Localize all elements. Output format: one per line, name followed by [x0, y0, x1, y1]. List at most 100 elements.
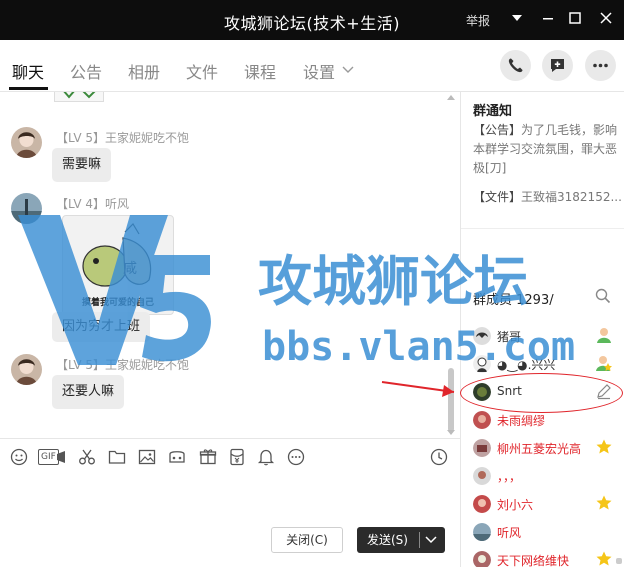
close-window-button[interactable]	[594, 8, 618, 32]
more-options-icon[interactable]	[287, 448, 305, 466]
member-avatar	[473, 495, 491, 513]
star-badge-icon	[596, 551, 612, 566]
sender-level: 【LV 4】	[56, 197, 106, 211]
member-row[interactable]: 猪哥	[461, 322, 624, 350]
window-title: 攻城狮论坛(技术+生活)	[224, 14, 400, 33]
search-icon[interactable]	[595, 288, 611, 304]
more-dots-icon	[593, 63, 608, 68]
announcement-preview[interactable]: 【公告】为了几毛钱，影响本群学习交流氛围，罪大恶极[刀]	[473, 121, 621, 178]
tab-files[interactable]: 文件	[186, 59, 218, 83]
member-row[interactable]: 听风	[461, 518, 624, 546]
file-notice-preview[interactable]: 【文件】王致福3182152...	[473, 188, 623, 205]
previous-message-image	[54, 92, 104, 102]
phone-icon	[508, 58, 523, 73]
add-app-button[interactable]	[542, 50, 573, 81]
message-bubble: 需要嘛	[52, 148, 112, 182]
more-button[interactable]	[585, 50, 616, 81]
message-bubble: 因为穷才上班	[52, 312, 151, 342]
sender-name: 王家妮妮吃不饱	[105, 358, 190, 372]
avatar[interactable]	[11, 354, 42, 385]
tab-chat[interactable]: 聊天	[12, 59, 44, 83]
avatar[interactable]	[11, 193, 42, 224]
history-clock-icon[interactable]	[430, 448, 448, 466]
report-button[interactable]: 举报	[466, 12, 490, 29]
annotation-highlight-ellipse	[460, 373, 623, 413]
bell-icon[interactable]	[257, 448, 275, 466]
scroll-down-icon[interactable]	[447, 430, 455, 436]
scroll-up-icon[interactable]	[447, 94, 455, 100]
member-name: 听风	[497, 526, 522, 540]
sticker-caption: 摸着我可爱的自己	[81, 298, 154, 308]
member-name: 未雨绸缪	[497, 414, 546, 428]
member-avatar	[473, 411, 491, 429]
member-avatar	[473, 551, 491, 567]
screen-share-icon[interactable]	[168, 448, 186, 466]
active-tab-indicator	[9, 87, 48, 90]
sticker-image[interactable]: 咸 摸着我可爱的自己	[62, 215, 174, 315]
member-name: 柳州五菱宏光高	[497, 442, 582, 456]
close-button[interactable]: 关闭(C)	[271, 527, 343, 553]
maximize-button[interactable]	[563, 8, 587, 32]
gif-camera-icon	[57, 451, 65, 463]
members-title: 群成员 1293/	[473, 293, 554, 308]
tab-settings[interactable]: 设置	[303, 59, 335, 83]
tab-announcement[interactable]: 公告	[70, 59, 102, 83]
annotation-arrow	[381, 381, 455, 397]
member-avatar	[473, 467, 491, 485]
member-avatar	[473, 523, 491, 541]
sender-name: 王家妮妮吃不饱	[105, 131, 190, 145]
input-toolbar: GIF	[0, 438, 460, 474]
message-sender: 【LV 5】王家妮妮吃不饱	[56, 129, 189, 146]
member-name: 刘小六	[497, 498, 534, 512]
tab-bar: 聊天 公告 相册 文件 课程 设置	[0, 40, 624, 92]
star-badge-icon	[596, 439, 612, 454]
sender-name: 听风	[105, 197, 130, 211]
divider	[461, 228, 624, 229]
owner-badge-icon	[597, 328, 611, 343]
file-text: 王致福3182152...	[521, 190, 622, 204]
avatar[interactable]	[11, 127, 42, 158]
group-side-panel: 群通知 【公告】为了几毛钱，影响本群学习交流氛围，罪大恶极[刀] 【文件】王致福…	[460, 92, 624, 567]
message-bubble: 还要人嘛	[52, 375, 125, 409]
member-avatar	[473, 439, 491, 457]
minimize-button[interactable]	[536, 8, 560, 32]
message-input[interactable]	[0, 474, 460, 524]
phone-call-button[interactable]	[500, 50, 531, 81]
send-button[interactable]: 发送(S)	[357, 527, 445, 553]
sender-level: 【LV 5】	[56, 131, 106, 145]
announcement-tag: 【公告】	[473, 123, 522, 137]
notice-title: 群通知	[473, 104, 513, 119]
admin-badge-icon	[596, 356, 612, 371]
member-row[interactable]: 天下网络维快	[461, 546, 624, 567]
scissors-icon[interactable]	[78, 448, 96, 466]
member-row[interactable]: ，，，	[461, 462, 624, 490]
tab-album[interactable]: 相册	[128, 59, 160, 83]
folder-icon[interactable]	[108, 448, 126, 466]
tab-courses[interactable]: 课程	[244, 59, 276, 83]
red-packet-icon[interactable]	[228, 448, 246, 466]
star-badge-icon	[596, 495, 612, 510]
member-avatar	[473, 327, 491, 345]
send-button-label: 发送(S)	[367, 533, 408, 547]
member-name: 猪哥	[497, 330, 522, 344]
member-row[interactable]: 柳州五菱宏光高	[461, 434, 624, 462]
chevron-down-icon[interactable]	[505, 8, 529, 32]
message-sender: 【LV 5】王家妮妮吃不饱	[56, 356, 189, 373]
gift-icon[interactable]	[199, 448, 217, 466]
image-icon[interactable]	[138, 448, 156, 466]
member-name: 天下网络维快	[497, 554, 570, 567]
send-options-chevron-icon[interactable]	[425, 536, 437, 544]
panel-scrollbar[interactable]	[616, 558, 622, 564]
svg-text:咸: 咸	[123, 261, 137, 277]
title-bar: 攻城狮论坛(技术+生活) 举报	[0, 0, 624, 40]
member-name: ◕‿◕.兴兴	[497, 358, 556, 372]
member-avatar	[473, 355, 491, 373]
sender-level: 【LV 5】	[56, 358, 106, 372]
chat-plus-icon	[551, 59, 564, 72]
emoji-icon[interactable]	[10, 448, 28, 466]
member-row[interactable]: 刘小六	[461, 490, 624, 518]
send-divider	[419, 532, 420, 548]
chevron-down-icon	[342, 66, 354, 73]
file-tag: 【文件】	[473, 190, 522, 204]
member-name: ，，，	[497, 470, 522, 484]
